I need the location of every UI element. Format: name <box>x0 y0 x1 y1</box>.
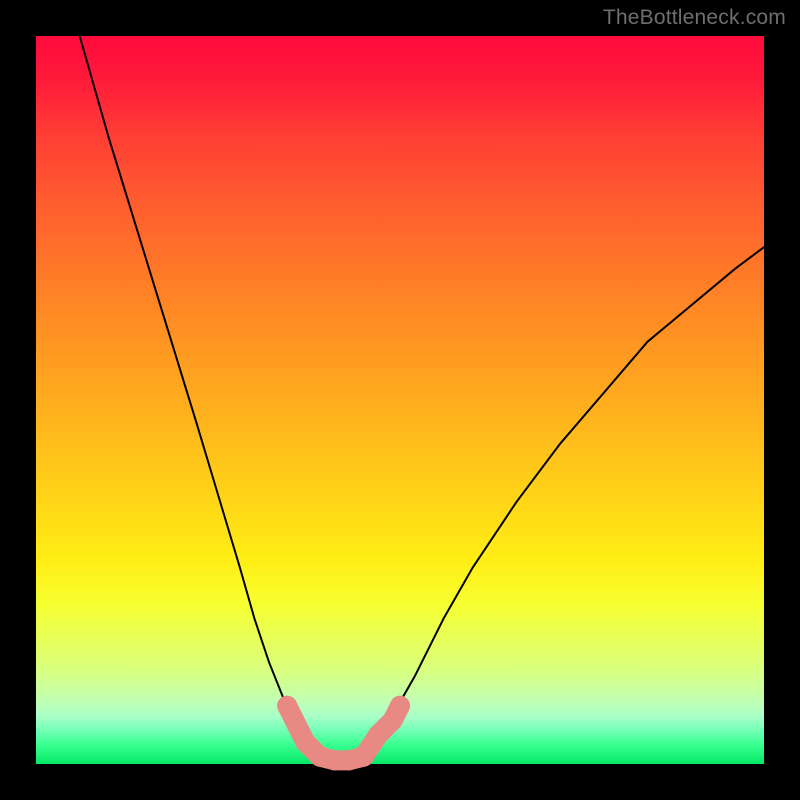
valley-marker-2 <box>295 732 315 752</box>
chart-svg <box>36 36 764 764</box>
valley-marker-6 <box>354 747 374 767</box>
curve-layer <box>80 36 764 760</box>
valley-marker-9 <box>390 696 410 716</box>
marker-layer <box>277 696 410 771</box>
plot-area <box>36 36 764 764</box>
left-curve <box>80 36 357 760</box>
chart-frame: TheBottleneck.com <box>0 0 800 800</box>
valley-marker-1 <box>284 710 304 730</box>
watermark-text: TheBottleneck.com <box>603 6 786 30</box>
valley-marker-7 <box>368 725 388 745</box>
right-curve <box>356 247 764 757</box>
